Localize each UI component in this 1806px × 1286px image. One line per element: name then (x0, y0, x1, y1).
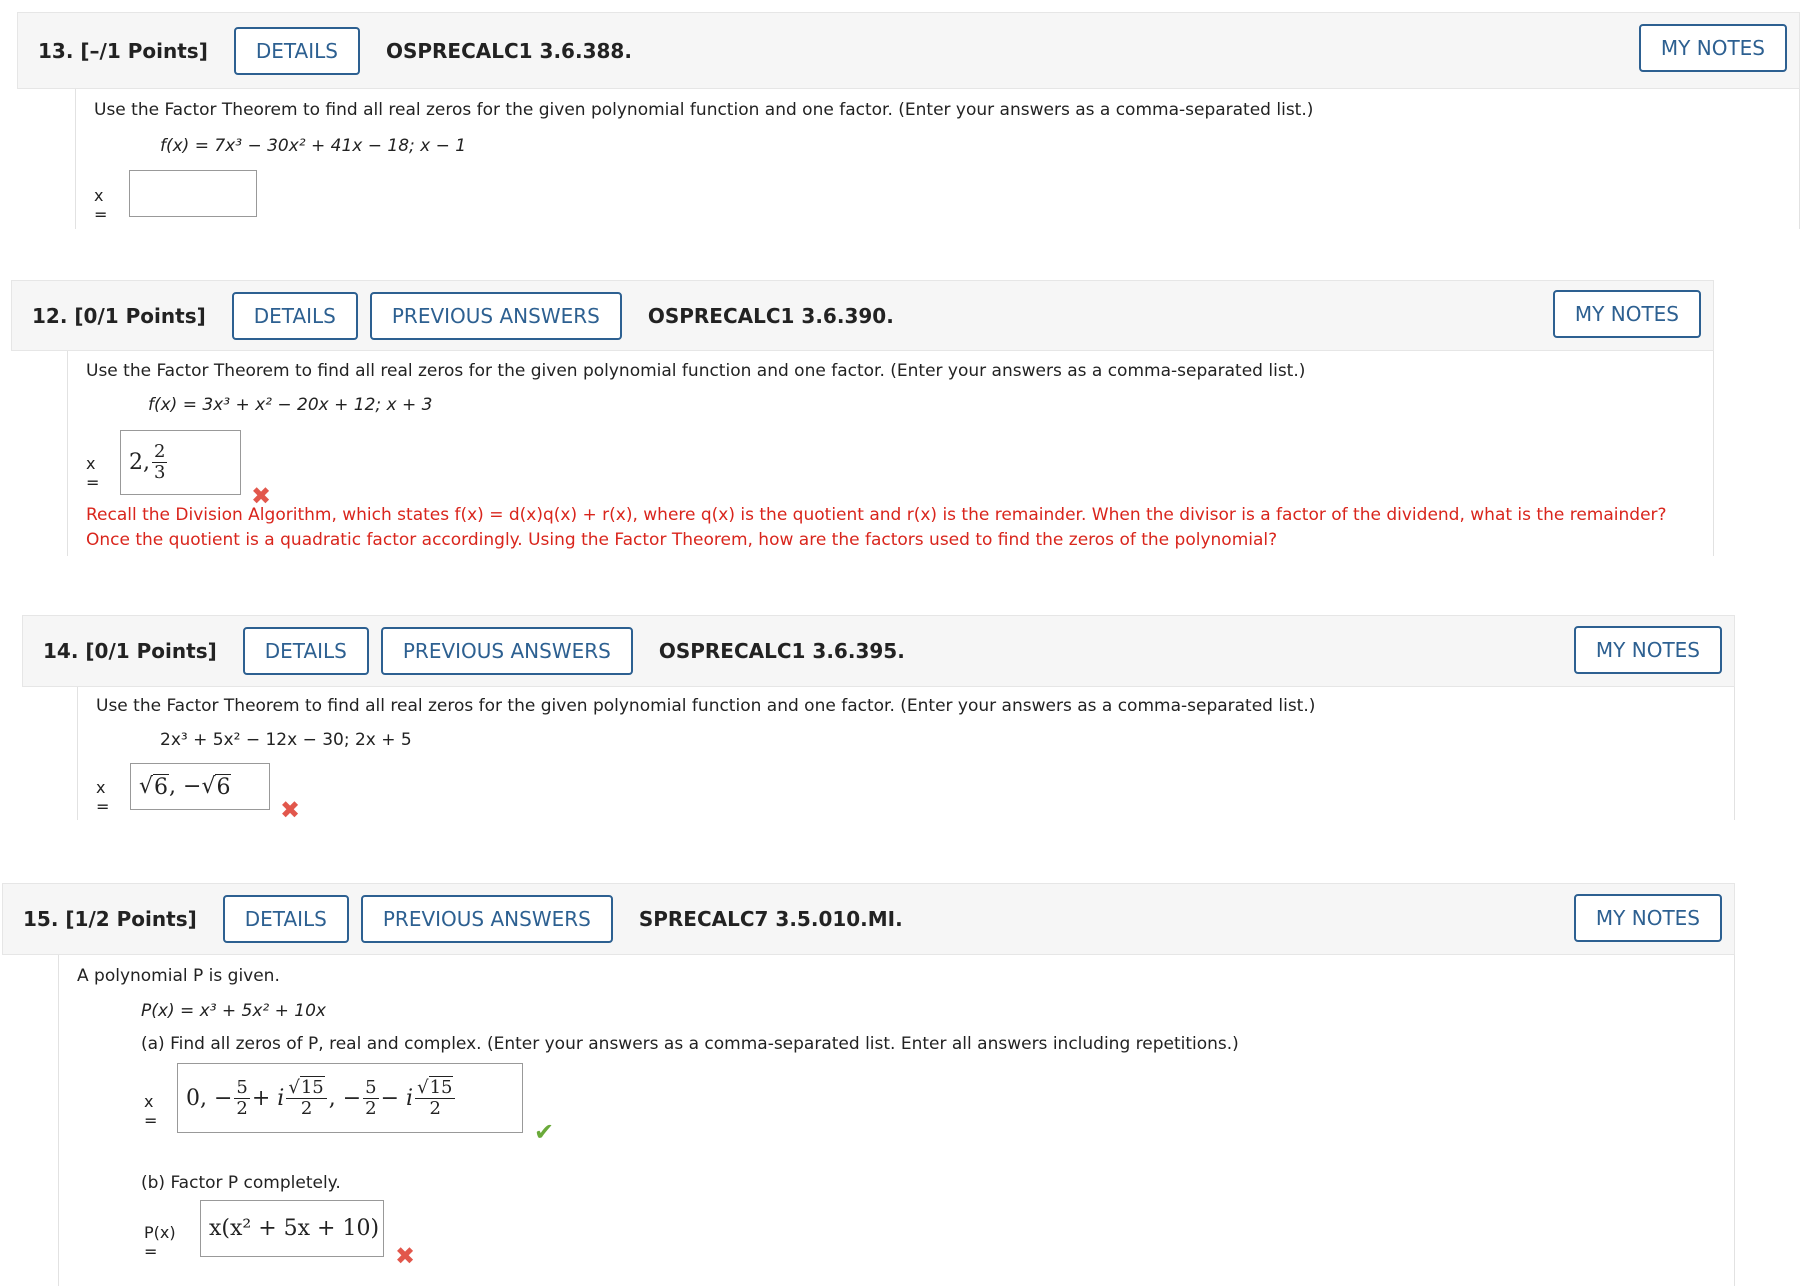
answer-fraction: √15 2 (286, 1075, 327, 1119)
answer-input[interactable]: 0, − 52 + i √15 2 , − 52 − i √15 2 (177, 1063, 523, 1133)
incorrect-icon: ✖ (395, 1242, 416, 1270)
answer-text: , − (328, 1085, 362, 1111)
answer-label: x = (86, 454, 100, 492)
question-15-intro: A polynomial P is given. (77, 966, 280, 986)
answer-input[interactable] (129, 170, 257, 217)
sqrt-sign: √ (201, 774, 216, 799)
answer-fraction: 23 (152, 441, 168, 483)
question-14-points: 14. [0/1 Points] (43, 639, 217, 663)
previous-answers-button[interactable]: PREVIOUS ANSWERS (369, 291, 622, 340)
question-12-header: 12. [0/1 Points] DETAILS PREVIOUS ANSWER… (11, 280, 1714, 351)
question-12-function: f(x) = 3x³ + x² − 20x + 12; x + 3 (148, 395, 433, 415)
p-label: P(x) = (144, 1223, 176, 1261)
question-14-prompt: Use the Factor Theorem to find all real … (96, 696, 1316, 716)
my-notes-button[interactable]: MY NOTES (1552, 290, 1701, 338)
details-button[interactable]: DETAILS (233, 26, 360, 75)
answer-input[interactable]: √ 6, − √ 6 (130, 763, 270, 810)
answer-separator: , − (169, 774, 202, 799)
question-14-header: 14. [0/1 Points] DETAILS PREVIOUS ANSWER… (22, 615, 1735, 687)
question-12-feedback: Recall the Division Algorithm, which sta… (86, 505, 1667, 550)
question-12-prompt: Use the Factor Theorem to find all real … (86, 361, 1306, 381)
radicand: 6 (153, 773, 170, 800)
details-button[interactable]: DETAILS (242, 627, 369, 675)
question-15-function: P(x) = x³ + 5x² + 10x (141, 1001, 326, 1021)
answer-fraction: √15 2 (415, 1075, 456, 1119)
question-12-points: 12. [0/1 Points] (32, 303, 206, 328)
answer-text: 0, − (186, 1085, 233, 1111)
my-notes-button[interactable]: MY NOTES (1573, 894, 1722, 942)
details-button[interactable]: DETAILS (222, 895, 349, 943)
sqrt-sign: √ (139, 774, 154, 799)
answer-text: 2, (129, 450, 150, 475)
previous-answers-button[interactable]: PREVIOUS ANSWERS (380, 627, 633, 675)
question-15-part-b: (b) Factor P completely. (141, 1173, 341, 1193)
my-notes-button[interactable]: MY NOTES (1573, 626, 1722, 674)
details-button[interactable]: DETAILS (231, 291, 358, 340)
question-13-prompt: Use the Factor Theorem to find all real … (94, 100, 1314, 120)
question-13-header: 13. [–/1 Points] DETAILS OSPRECALC1 3.6.… (17, 12, 1800, 89)
incorrect-icon: ✖ (280, 796, 301, 824)
my-notes-button[interactable]: MY NOTES (1638, 24, 1787, 72)
answer-label: x = (94, 186, 108, 224)
answer-fraction: 52 (234, 1076, 250, 1119)
correct-icon: ✔ (534, 1118, 555, 1146)
question-15-part-a: (a) Find all zeros of P, real and comple… (141, 1034, 1239, 1054)
answer-label: x = (96, 778, 110, 816)
question-14-code: OSPRECALC1 3.6.395. (658, 639, 905, 663)
factor-input[interactable]: x(x² + 5x + 10) (200, 1200, 384, 1257)
question-12-code: OSPRECALC1 3.6.390. (647, 303, 894, 328)
previous-answers-button[interactable]: PREVIOUS ANSWERS (360, 895, 613, 943)
answer-text: + i (251, 1085, 285, 1111)
question-13-points: 13. [–/1 Points] (38, 38, 208, 63)
question-15-points: 15. [1/2 Points] (23, 907, 197, 931)
question-15-header: 15. [1/2 Points] DETAILS PREVIOUS ANSWER… (2, 883, 1735, 955)
question-14-function: 2x³ + 5x² − 12x − 30; 2x + 5 (160, 730, 412, 750)
answer-fraction: 52 (363, 1076, 379, 1119)
question-13-function: f(x) = 7x³ − 30x² + 41x − 18; x − 1 (160, 136, 467, 156)
question-13-code: OSPRECALC1 3.6.388. (385, 38, 632, 63)
question-15-code: SPRECALC7 3.5.010.MI. (638, 907, 903, 931)
answer-text: − i (380, 1085, 414, 1111)
radicand: 6 (215, 773, 232, 800)
answer-label: x = (144, 1092, 158, 1130)
answer-input[interactable]: 2, 23 (120, 430, 241, 495)
